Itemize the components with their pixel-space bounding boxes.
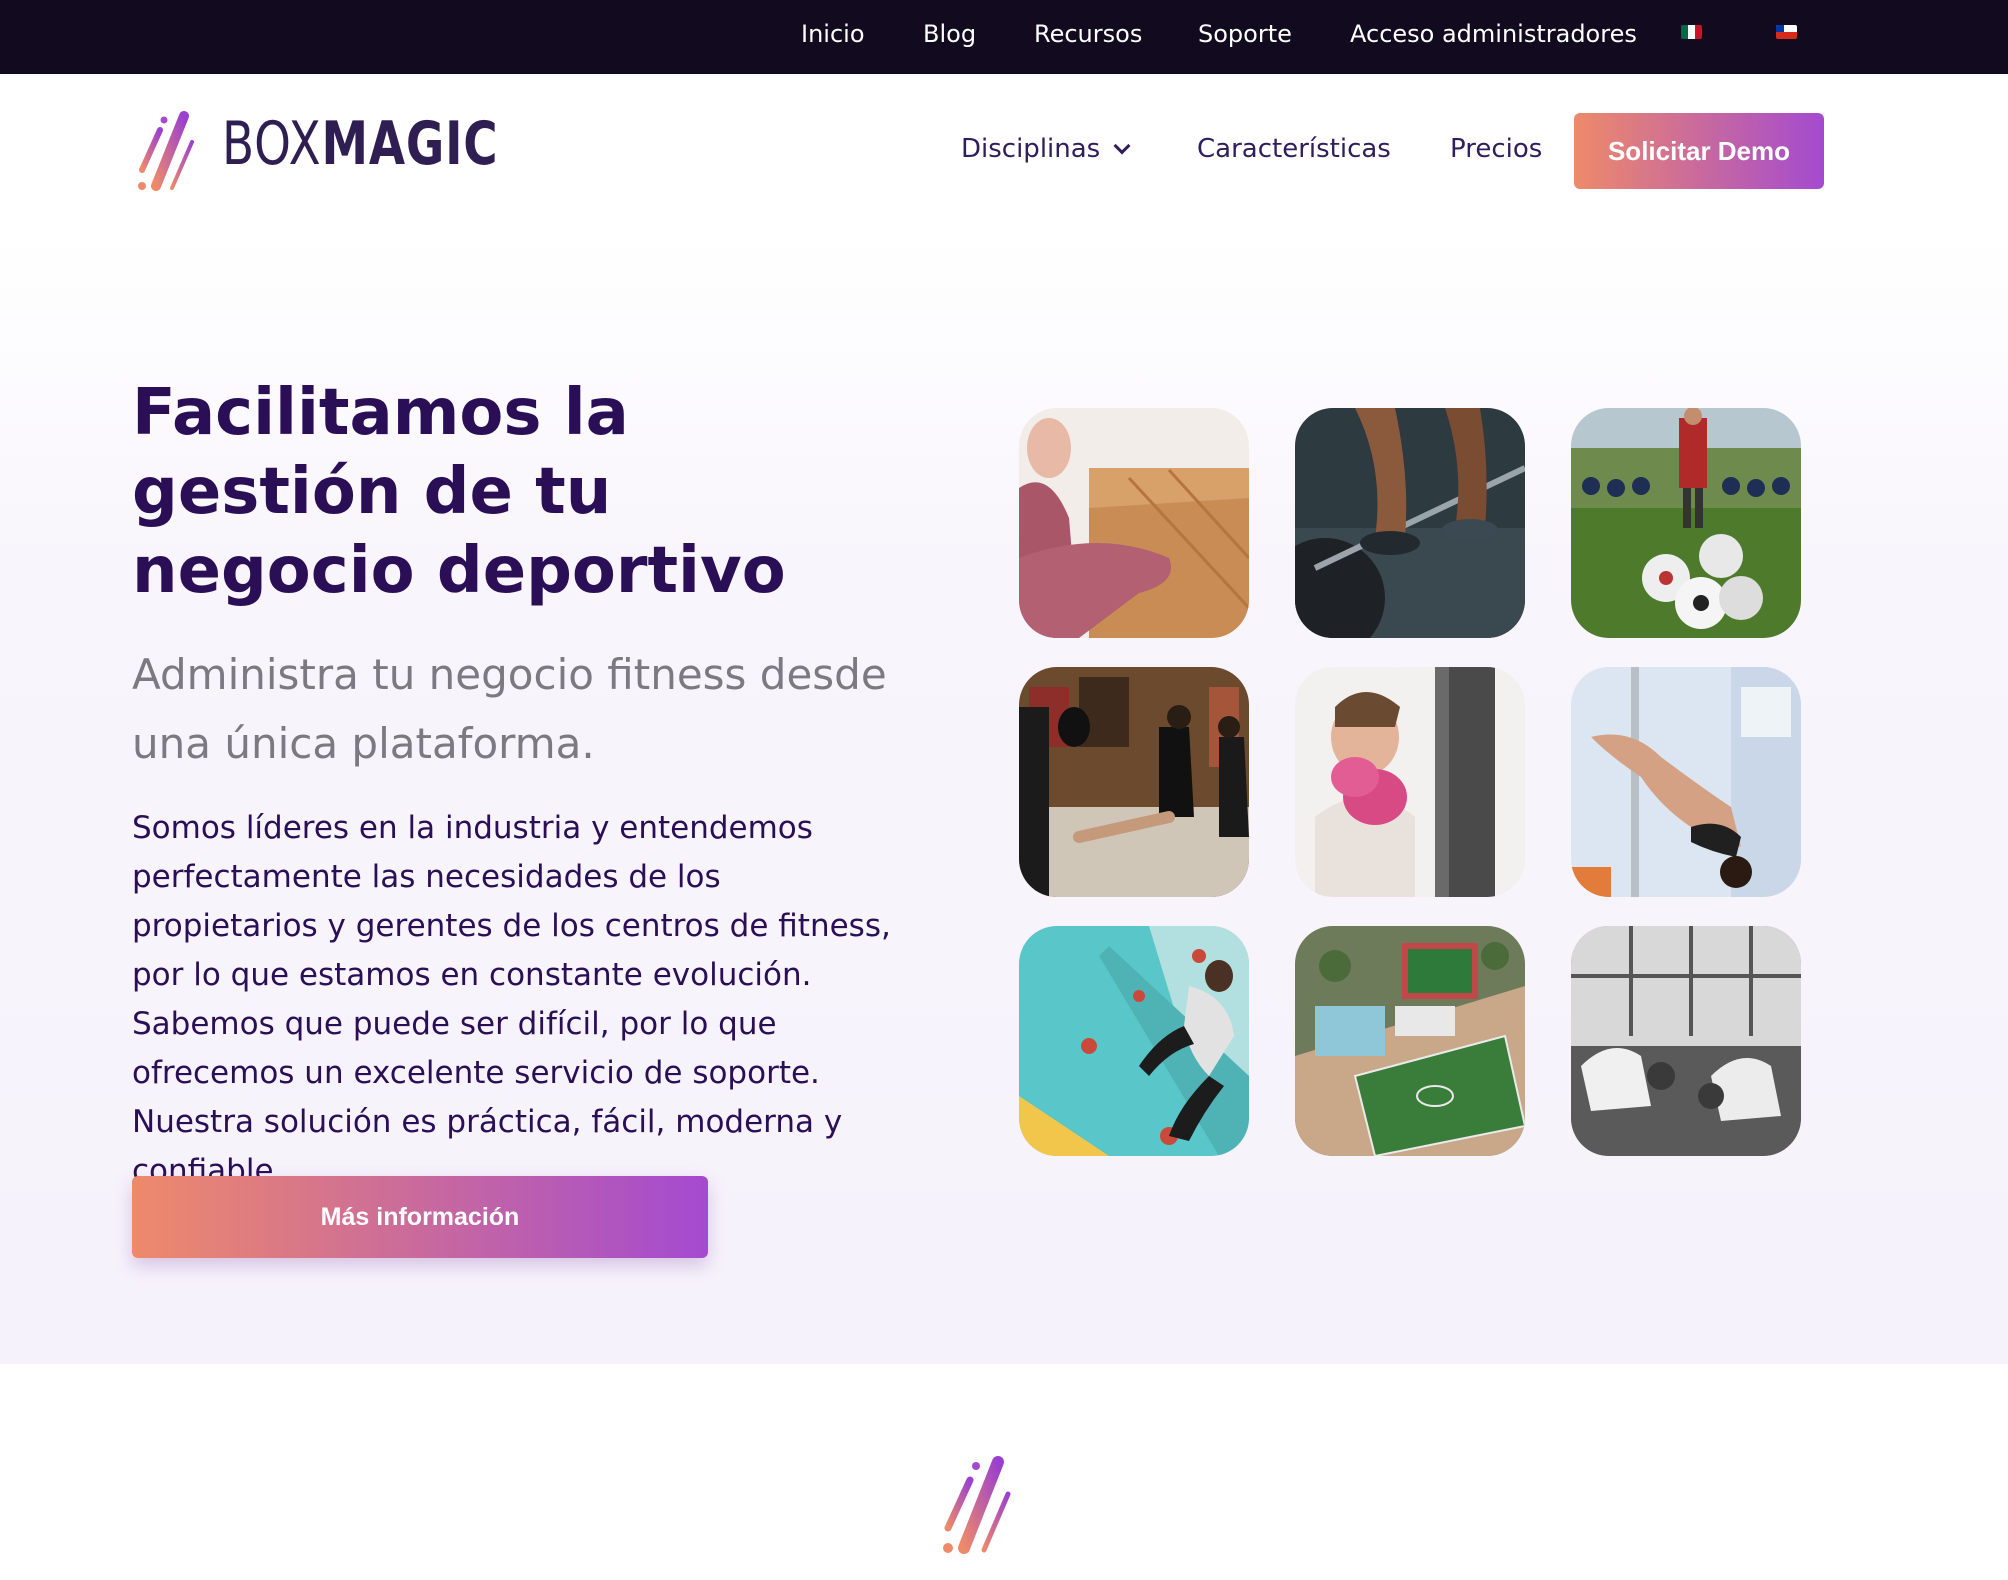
nav-disciplinas-label: Disciplinas bbox=[961, 134, 1101, 164]
mas-informacion-button[interactable]: Más información bbox=[132, 1176, 708, 1258]
logo-wordmark: BOXMAGIC bbox=[222, 114, 498, 174]
boxmagic-logo[interactable]: BOXMAGIC bbox=[134, 108, 498, 198]
solicitar-demo-button[interactable]: Solicitar Demo bbox=[1574, 113, 1824, 189]
chile-flag-icon[interactable] bbox=[1776, 25, 1797, 39]
topbar-link-acceso-administradores[interactable]: Acceso administradores bbox=[1350, 20, 1637, 48]
nav-precios[interactable]: Precios bbox=[1450, 134, 1542, 164]
topbar-link-recursos[interactable]: Recursos bbox=[1034, 20, 1142, 48]
logo-word-box: BOX bbox=[222, 109, 322, 179]
topbar-link-inicio[interactable]: Inicio bbox=[801, 20, 865, 48]
football-image bbox=[1571, 408, 1801, 638]
chevron-down-icon bbox=[1113, 137, 1131, 155]
climbing-image bbox=[1019, 926, 1249, 1156]
boxing-image bbox=[1295, 667, 1525, 897]
nav-disciplinas-dropdown[interactable]: Disciplinas bbox=[961, 134, 1131, 164]
nav-caracteristicas[interactable]: Características bbox=[1197, 134, 1391, 164]
martial-arts-image bbox=[1571, 926, 1801, 1156]
hero-subtitle: Administra tu negocio fitness desde una … bbox=[132, 650, 887, 768]
weightlifting-image bbox=[1295, 408, 1525, 638]
hero-title: Facilitamos la gestión de tu negocio dep… bbox=[132, 376, 786, 608]
topbar-link-soporte[interactable]: Soporte bbox=[1198, 20, 1292, 48]
next-section bbox=[0, 1364, 2008, 1580]
hero-section: Facilitamos la gestión de tu negocio dep… bbox=[0, 234, 2008, 1364]
sports-complex-image bbox=[1295, 926, 1525, 1156]
yoga-image bbox=[1019, 408, 1249, 638]
logo-word-magic: MAGIC bbox=[321, 109, 499, 179]
hero-description: Somos líderes en la industria y entendem… bbox=[132, 810, 891, 1189]
topbar-link-blog[interactable]: Blog bbox=[923, 20, 976, 48]
boxmagic-logo-mark-icon bbox=[943, 1456, 1011, 1554]
boxmagic-logo-mark-icon bbox=[138, 111, 194, 191]
site-header: BOXMAGIC Disciplinas Características Pre… bbox=[0, 74, 2008, 234]
mexico-flag-icon[interactable] bbox=[1681, 25, 1702, 39]
pole-dance-image bbox=[1571, 667, 1801, 897]
top-bar: Inicio Blog Recursos Soporte Acceso admi… bbox=[0, 0, 2008, 74]
kickboxing-image bbox=[1019, 667, 1249, 897]
